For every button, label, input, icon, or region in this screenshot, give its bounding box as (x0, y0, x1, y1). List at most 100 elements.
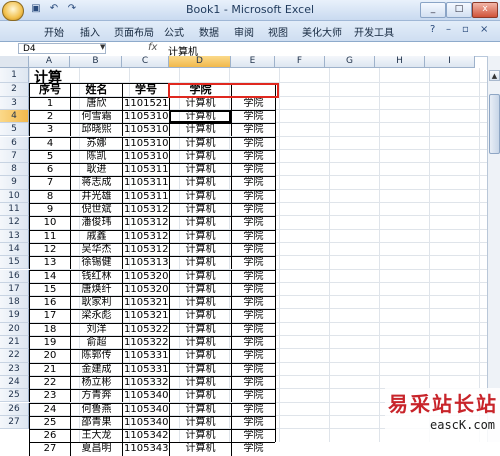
table-cell[interactable]: 11 (29, 229, 70, 243)
table-cell[interactable]: 唐欣 (70, 96, 122, 110)
table-cell[interactable]: 2 (29, 109, 70, 124)
table-cell[interactable]: 学院 (231, 149, 275, 164)
table-cell[interactable]: 11053124 (122, 229, 169, 243)
table-cell[interactable]: 钱红林 (70, 269, 122, 283)
table-cell[interactable]: 计算机 (169, 402, 231, 416)
table-cell[interactable]: 学院 (231, 216, 275, 230)
table-cell[interactable]: 学院 (231, 203, 275, 217)
table-cell[interactable]: 学院 (231, 309, 275, 323)
table-cell[interactable]: 11053110 (122, 163, 169, 177)
table-cell[interactable]: 学院 (231, 375, 275, 390)
table-cell[interactable]: 学院 (231, 96, 275, 110)
table-cell[interactable]: 吴华杰 (70, 242, 122, 257)
table-cell[interactable]: 11053205 (122, 282, 169, 297)
table-cell[interactable]: 学院 (231, 389, 275, 403)
table-cell[interactable]: 11053424 (122, 429, 169, 443)
tab-home[interactable]: 开始 (44, 24, 64, 39)
table-cell[interactable]: 计算机 (169, 349, 231, 363)
table-cell[interactable]: 计算机 (169, 149, 231, 164)
row-header-10[interactable]: 10 (0, 189, 29, 203)
table-cell[interactable]: 计算机 (169, 216, 231, 230)
table-cell[interactable]: 27 (29, 442, 70, 456)
tab-data[interactable]: 数据 (199, 24, 219, 39)
table-cell[interactable]: 11053130 (122, 256, 169, 270)
table-cell[interactable]: 夏昌明 (70, 442, 122, 456)
tab-formulas[interactable]: 公式 (164, 24, 184, 39)
table-cell[interactable]: 10 (29, 216, 70, 230)
table-cell[interactable]: 计算机 (169, 309, 231, 323)
table-cell[interactable]: 计算机 (169, 189, 231, 203)
table-cell[interactable]: 苏娜 (70, 136, 122, 150)
row-header-3[interactable]: 3 (0, 96, 29, 110)
table-cell[interactable]: 计算机 (169, 269, 231, 283)
table-cell[interactable]: 11053212 (122, 296, 169, 310)
close-button[interactable]: x (472, 2, 498, 18)
tab-insert[interactable]: 插入 (80, 24, 100, 39)
table-cell[interactable]: 11053114 (122, 176, 169, 190)
table-cell[interactable]: 11053102 (122, 109, 169, 124)
row-header-19[interactable]: 19 (0, 309, 29, 323)
table-cell[interactable]: 学院 (231, 415, 275, 430)
table-cell[interactable]: 计算机 (169, 176, 231, 190)
table-cell[interactable]: 王大龙 (70, 429, 122, 443)
table-cell[interactable]: 计算机 (169, 96, 231, 110)
table-cell[interactable]: 耿进 (70, 163, 122, 177)
table-cell[interactable]: 7 (29, 176, 70, 190)
table-cell[interactable]: 学院 (231, 269, 275, 283)
scroll-up-icon[interactable]: ▲ (489, 70, 500, 81)
row-header-12[interactable]: 12 (0, 216, 29, 230)
table-cell[interactable]: 11053203 (122, 269, 169, 283)
table-cell[interactable]: 倪世斌 (70, 203, 122, 217)
table-cell[interactable]: 16 (29, 296, 70, 310)
table-cell[interactable]: 计算机 (169, 389, 231, 403)
table-cell[interactable]: 11053128 (122, 242, 169, 257)
table-cell[interactable]: 11053408 (122, 415, 169, 430)
row-header-17[interactable]: 17 (0, 282, 29, 297)
table-cell[interactable]: 11053324 (122, 375, 169, 390)
tab-developer[interactable]: 开发工具 (354, 24, 394, 39)
table-cell[interactable]: 11053104 (122, 123, 169, 137)
table-cell[interactable]: 戚鑫 (70, 229, 122, 243)
table-cell[interactable]: 11053122 (122, 216, 169, 230)
table-cell[interactable]: 1 (29, 96, 70, 110)
table-cell[interactable]: 15 (29, 282, 70, 297)
table-cell[interactable]: 蒋志成 (70, 176, 122, 190)
table-cell[interactable]: 11053402 (122, 389, 169, 403)
name-box[interactable]: D4 (18, 43, 106, 54)
table-cell[interactable]: 20 (29, 349, 70, 363)
row-header-22[interactable]: 22 (0, 349, 29, 363)
table-cell[interactable]: 计算机 (169, 123, 231, 137)
row-header-14[interactable]: 14 (0, 242, 29, 257)
table-cell[interactable]: 学院 (231, 109, 275, 124)
table-cell[interactable]: 17 (29, 309, 70, 323)
row-header-6[interactable]: 6 (0, 136, 29, 150)
row-header-1[interactable]: 1 (0, 68, 29, 83)
row-header-8[interactable]: 8 (0, 163, 29, 177)
table-cell[interactable]: 计算机 (169, 296, 231, 310)
table-cell[interactable]: 18 (29, 322, 70, 336)
table-cell[interactable]: 计算机 (169, 229, 231, 243)
table-cell[interactable]: 方青奔 (70, 389, 122, 403)
table-header-cell[interactable]: 姓名 (70, 83, 122, 97)
table-cell[interactable]: 学院 (231, 282, 275, 297)
table-cell[interactable]: 25 (29, 415, 70, 430)
restore-icon[interactable]: ▫ (462, 24, 469, 35)
row-header-5[interactable]: 5 (0, 123, 29, 137)
table-cell[interactable]: 何雪霜 (70, 109, 122, 124)
table-cell[interactable]: 学院 (231, 442, 275, 456)
table-cell[interactable]: 11053106 (122, 136, 169, 150)
table-cell[interactable]: 学院 (231, 229, 275, 243)
table-cell[interactable]: 学院 (231, 163, 275, 177)
table-cell[interactable]: 学院 (231, 402, 275, 416)
table-cell[interactable]: 6 (29, 163, 70, 177)
row-header-20[interactable]: 20 (0, 322, 29, 336)
table-cell[interactable]: 学院 (231, 349, 275, 363)
column-header-e[interactable]: E (231, 56, 275, 68)
table-cell[interactable]: 19 (29, 336, 70, 350)
table-cell[interactable]: 24 (29, 402, 70, 416)
column-header-c[interactable]: C (122, 56, 169, 68)
table-cell[interactable]: 计算机 (169, 375, 231, 390)
table-cell[interactable]: 12 (29, 242, 70, 257)
table-cell[interactable]: 计算机 (169, 429, 231, 443)
maximize-button[interactable]: □ (446, 2, 472, 18)
